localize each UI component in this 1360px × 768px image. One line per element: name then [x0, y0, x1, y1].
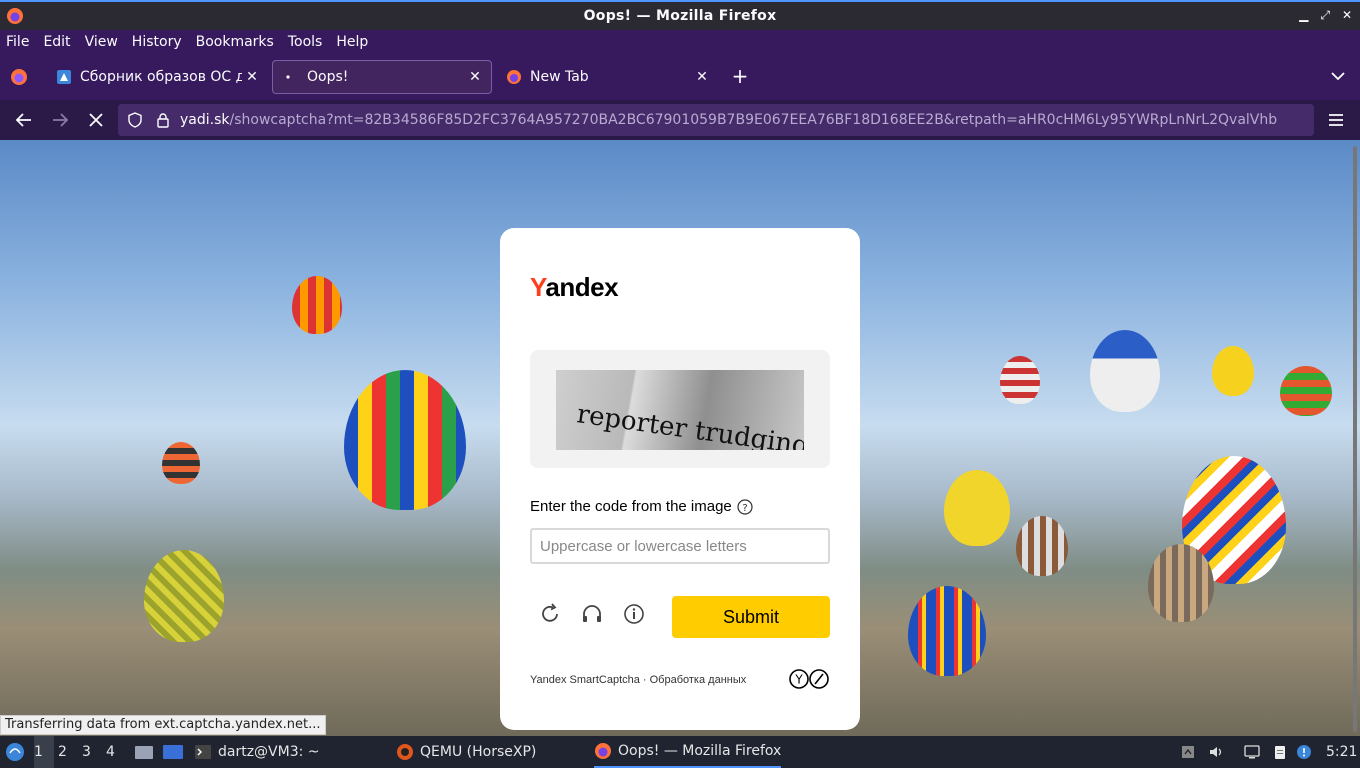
menu-help[interactable]: Help	[336, 34, 368, 50]
captcha-image-container: reporter trudging	[530, 350, 830, 468]
workspace-2[interactable]: 2	[58, 736, 78, 768]
window-titlebar: Oops! — Mozilla Firefox ▁ ⤢ ✕	[0, 0, 1360, 30]
menu-file[interactable]: File	[6, 34, 29, 50]
display-icon[interactable]	[1244, 744, 1260, 760]
close-tab-icon[interactable]: ✕	[465, 69, 485, 85]
status-tooltip: Transferring data from ext.captcha.yande…	[0, 715, 326, 735]
submit-button[interactable]: Submit	[672, 596, 830, 638]
balloon-image	[144, 550, 224, 642]
balloon-image	[1148, 544, 1214, 622]
yandex-id-icon: Y	[789, 669, 829, 689]
notification-icon[interactable]	[1296, 744, 1312, 760]
volume-icon[interactable]	[1208, 744, 1224, 760]
balloon-image	[1016, 516, 1068, 576]
menu-history[interactable]: History	[132, 34, 182, 50]
desktop-icon	[163, 745, 183, 759]
yandex-logo: Yandex	[530, 272, 619, 302]
workspace-4[interactable]: 4	[106, 736, 126, 768]
captcha-instruction: Enter the code from the image	[530, 498, 732, 515]
taskbar: 1 2 3 4 dartz@VM3: ~ QEMU (HorseXP) Oops…	[0, 736, 1360, 768]
url-domain: yadi.sk	[180, 112, 230, 128]
url-bar[interactable]: yadi.sk/showcaptcha?mt=82B34586F85D2FC37…	[118, 104, 1314, 136]
lock-icon[interactable]	[154, 111, 172, 129]
folder-icon	[135, 746, 153, 759]
firefox-view-icon[interactable]	[10, 68, 28, 86]
refresh-icon[interactable]	[538, 602, 562, 626]
task-label: QEMU (HorseXP)	[420, 744, 537, 760]
hamburger-menu-icon[interactable]	[1324, 108, 1348, 132]
url-path: /showcaptcha?mt=82B34586F85D2FC3764A9572…	[229, 112, 1278, 128]
maximize-icon[interactable]: ⤢	[1320, 8, 1330, 23]
workspace-3[interactable]: 3	[82, 736, 102, 768]
tab-title: Сборник образов ОС дл	[80, 69, 242, 85]
captcha-footer[interactable]: Yandex SmartCaptcha · Обработка данных	[530, 674, 746, 686]
shield-icon[interactable]	[126, 111, 144, 129]
terminal-icon	[195, 745, 211, 759]
balloon-image	[908, 586, 986, 676]
tab-sbornik[interactable]: Сборник образов ОС дл ✕	[46, 60, 268, 94]
captcha-text: reporter trudging	[575, 399, 804, 450]
firefox-logo-icon	[7, 8, 23, 24]
headphones-icon[interactable]	[580, 602, 604, 626]
balloon-image	[1090, 330, 1160, 412]
menu-tools[interactable]: Tools	[288, 34, 323, 50]
desktop-launcher[interactable]	[162, 736, 184, 768]
new-tab-button[interactable]: +	[728, 64, 752, 88]
close-window-icon[interactable]: ✕	[1342, 8, 1352, 23]
tab-title: New Tab	[530, 69, 589, 85]
minimize-icon[interactable]: ▁	[1299, 8, 1308, 23]
qemu-icon	[397, 744, 413, 760]
page-scrollbar[interactable]	[1352, 146, 1358, 736]
captcha-image: reporter trudging	[556, 370, 811, 461]
back-arrow-icon[interactable]	[12, 108, 36, 132]
balloon-image	[1212, 346, 1254, 396]
task-label: Oops! — Mozilla Firefox	[618, 743, 782, 759]
start-menu-icon	[6, 743, 24, 761]
tab-title: Oops!	[307, 69, 349, 85]
balloon-image	[292, 276, 342, 334]
tab-oops[interactable]: Oops! ✕	[272, 60, 492, 94]
menu-view[interactable]: View	[85, 34, 118, 50]
clock[interactable]: 5:21	[1326, 736, 1357, 768]
balloon-image	[1280, 366, 1332, 416]
site-icon	[57, 70, 71, 84]
svg-text:Y: Y	[794, 673, 803, 687]
workspace-1[interactable]: 1	[34, 736, 54, 768]
forward-arrow-icon[interactable]	[48, 108, 72, 132]
firefox-icon	[595, 743, 611, 759]
clipboard-icon[interactable]	[1272, 744, 1288, 760]
loading-icon	[286, 75, 290, 79]
close-tab-icon[interactable]: ✕	[692, 69, 712, 85]
tray-arrow-icon[interactable]	[1180, 744, 1196, 760]
stop-loading-icon[interactable]	[84, 108, 108, 132]
close-tab-icon[interactable]: ✕	[242, 69, 262, 85]
task-firefox[interactable]: Oops! — Mozilla Firefox	[594, 736, 782, 768]
task-terminal[interactable]: dartz@VM3: ~	[194, 736, 320, 768]
balloon-image	[162, 442, 200, 484]
balloon-image	[344, 370, 466, 510]
chevron-down-icon[interactable]	[1328, 66, 1348, 86]
window-title: Oops! — Mozilla Firefox	[583, 8, 777, 24]
menu-bookmarks[interactable]: Bookmarks	[196, 34, 274, 50]
help-circle-icon[interactable]: ?	[737, 498, 753, 515]
start-menu-button[interactable]	[4, 736, 26, 768]
tab-bar: Сборник образов ОС дл ✕ Oops! ✕ New Tab …	[0, 54, 1360, 100]
task-label: dartz@VM3: ~	[218, 744, 320, 760]
captcha-code-input[interactable]	[530, 528, 830, 564]
captcha-card: Yandex reporter trudging Enter the code …	[500, 228, 860, 730]
task-qemu[interactable]: QEMU (HorseXP)	[396, 736, 536, 768]
tab-new-tab[interactable]: New Tab ✕	[496, 60, 718, 94]
menu-edit[interactable]: Edit	[43, 34, 70, 50]
info-icon[interactable]	[622, 602, 646, 626]
balloon-image	[944, 470, 1010, 546]
scrollbar-thumb[interactable]	[1353, 146, 1357, 732]
file-manager-launcher[interactable]	[134, 736, 154, 768]
firefox-icon	[507, 70, 521, 84]
captcha-label-row: Enter the code from the image ?	[530, 498, 753, 515]
svg-text:?: ?	[742, 503, 747, 514]
menu-bar: File Edit View History Bookmarks Tools H…	[0, 30, 1360, 54]
balloon-image	[1000, 356, 1040, 404]
